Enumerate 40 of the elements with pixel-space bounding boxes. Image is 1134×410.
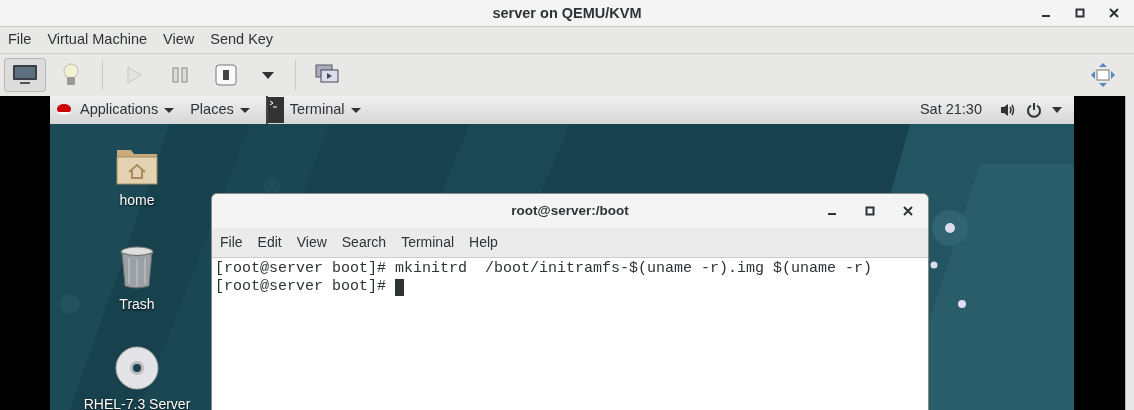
pause-icon [172, 67, 188, 83]
menu-item[interactable]: File [220, 232, 243, 253]
maximize-button[interactable] [1075, 8, 1085, 18]
terminal-line: [root@server boot]# [215, 278, 388, 296]
window-title: root@server:/boot [511, 201, 629, 220]
lightbulb-icon [62, 62, 80, 88]
switch-icon [215, 64, 237, 86]
panel-menu[interactable]: Places [190, 99, 250, 121]
caret-icon [262, 71, 274, 79]
close-button[interactable] [1109, 8, 1119, 18]
screens-icon [315, 64, 339, 86]
menu-item[interactable]: Help [469, 232, 498, 253]
hat-icon [56, 103, 72, 117]
window-title: server on QEMU/KVM [492, 5, 642, 21]
menu-item[interactable]: Search [341, 232, 387, 253]
resize-icon [1090, 62, 1116, 88]
play-icon [126, 66, 142, 84]
menu-item[interactable]: Send Key [210, 29, 282, 51]
caret-icon[interactable] [1052, 107, 1062, 113]
menu-item[interactable]: Edit [257, 232, 282, 253]
menu-item[interactable]: File [8, 29, 40, 51]
terminal-line: [root@server boot]# mkinitrd /boot/initramfs-$(uname -r).img $(uname -r) [215, 260, 873, 278]
volume-icon[interactable] [1000, 102, 1016, 118]
menu-item[interactable]: Terminal [401, 232, 455, 253]
monitor-button[interactable] [4, 58, 46, 92]
menu-item[interactable]: View [163, 29, 203, 51]
icon-label[interactable]: RHEL-7.3 Server [83, 394, 191, 410]
icon-label[interactable]: home [119, 190, 155, 211]
maximize-button[interactable] [865, 206, 875, 216]
icon-label[interactable]: Trash [119, 294, 155, 315]
panel-menu[interactable]: Applications [80, 99, 175, 121]
clock: Sat 21:30 [919, 100, 982, 120]
trash-icon[interactable] [119, 246, 155, 290]
menu-item[interactable]: View [296, 232, 327, 253]
disc-icon[interactable] [115, 346, 159, 390]
menu-item[interactable]: Virtual Machine [47, 29, 156, 51]
monitor-icon [12, 64, 38, 86]
close-button[interactable] [903, 206, 913, 216]
power-icon[interactable] [1026, 102, 1042, 118]
terminal-icon [267, 97, 284, 123]
